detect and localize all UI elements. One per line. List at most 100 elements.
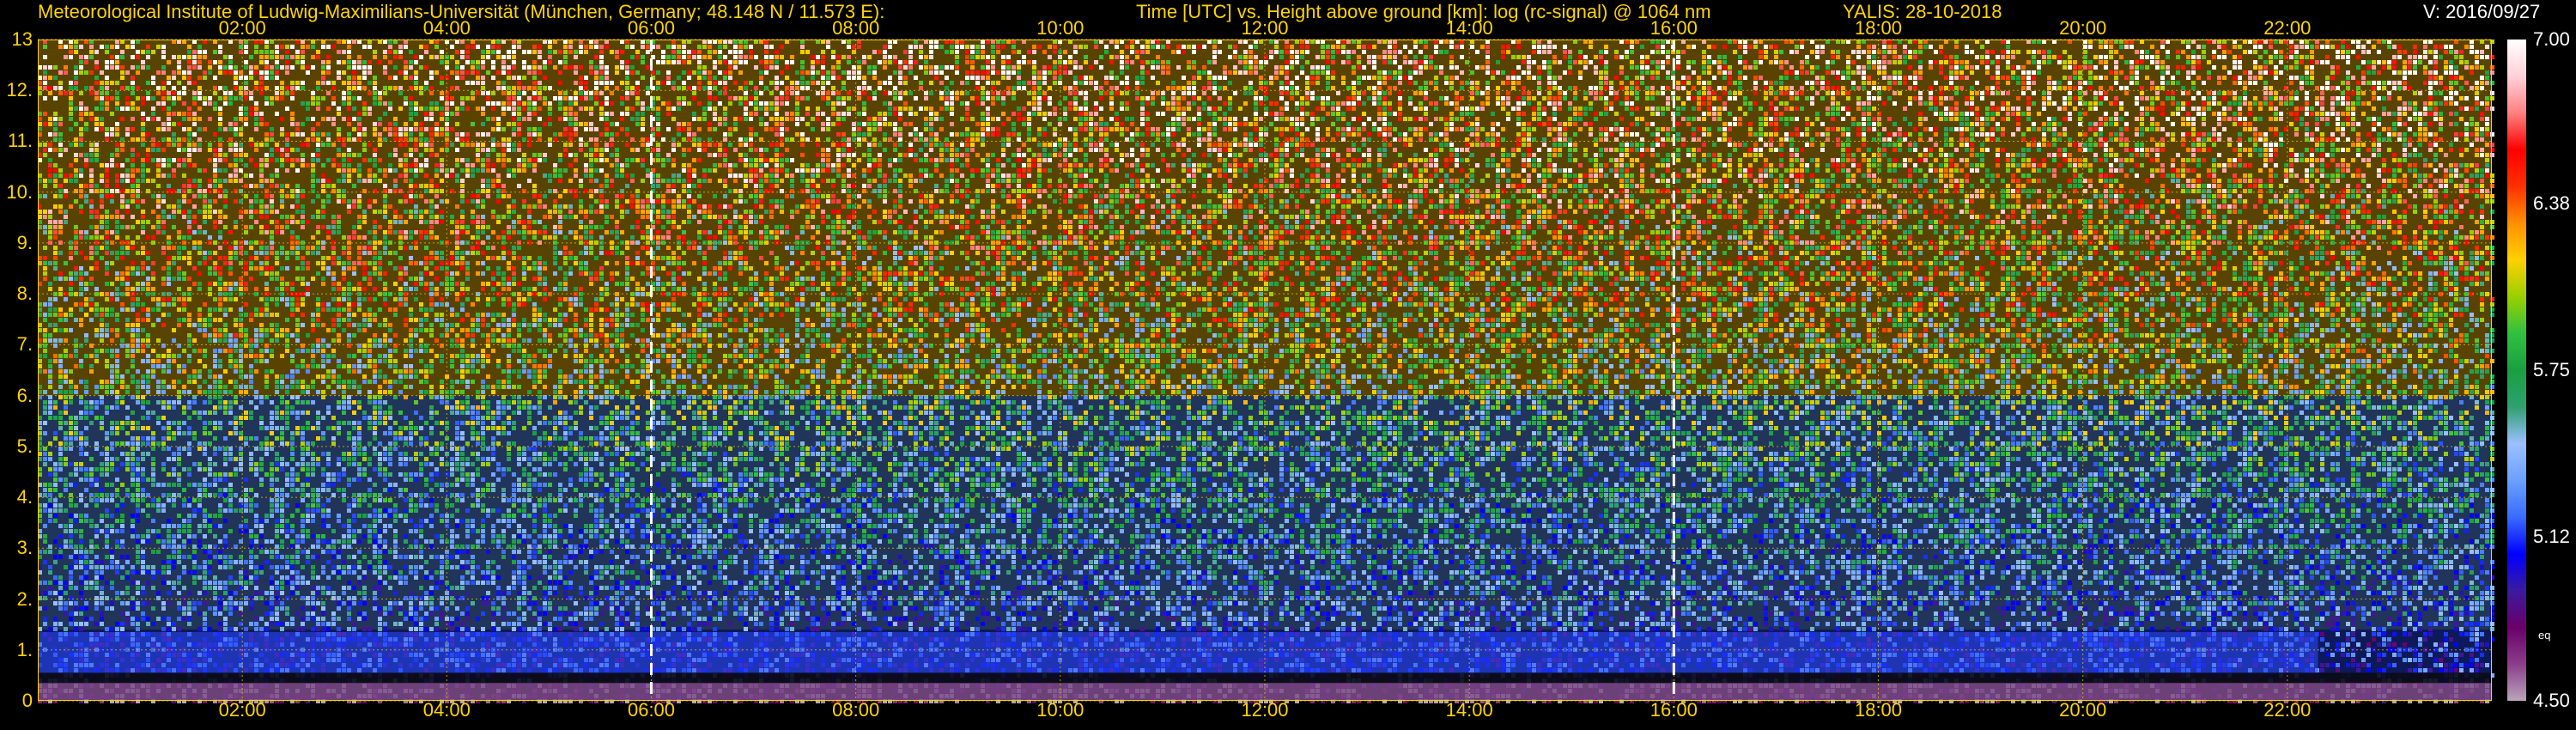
heatmap-cell: [1300, 45, 1304, 49]
heatmap-cell: [2233, 55, 2237, 59]
heatmap-cell: [1408, 50, 1413, 54]
heatmap-cell: [857, 45, 861, 49]
heatmap-cell: [1707, 55, 1711, 59]
heatmap-cell: [1558, 60, 1562, 64]
heatmap-cell: [924, 60, 928, 64]
heatmap-cell: [2330, 45, 2335, 49]
heatmap-cell: [465, 45, 470, 49]
heatmap-cell: [409, 60, 413, 64]
heatmap-cell: [404, 60, 408, 64]
heatmap-cell: [1243, 50, 1248, 54]
heatmap-cell: [1882, 50, 1886, 54]
heatmap-cell: [1424, 60, 1428, 64]
heatmap-cell: [1346, 55, 1351, 59]
heatmap-cell: [177, 60, 181, 64]
heatmap-cell: [780, 45, 784, 49]
heatmap-cell: [517, 45, 521, 49]
heatmap-cell: [1656, 60, 1660, 64]
heatmap-cell: [1249, 55, 1253, 59]
heatmap-cell: [697, 60, 702, 64]
heatmap-cell: [888, 45, 892, 49]
heatmap-cell: [1985, 55, 1990, 59]
heatmap-cell: [69, 55, 73, 59]
heatmap-cell: [1001, 45, 1005, 49]
heatmap-cell: [800, 60, 805, 64]
heatmap-cell: [1151, 45, 1155, 49]
heatmap-cell: [1254, 45, 1258, 49]
heatmap-cell: [1702, 60, 1706, 64]
heatmap-cell: [744, 60, 748, 64]
heatmap-cell: [1321, 50, 1325, 54]
heatmap-cell: [687, 55, 691, 59]
heatmap-cell: [841, 55, 846, 59]
heatmap-cell: [388, 60, 392, 64]
heatmap-cell: [718, 55, 722, 59]
heatmap-cell: [1125, 60, 1129, 64]
heatmap-cell: [2068, 55, 2072, 59]
heatmap-cell: [924, 55, 928, 59]
heatmap-cell: [666, 45, 671, 49]
heatmap-cell: [2439, 55, 2443, 59]
heatmap-cell: [1764, 55, 1768, 59]
heatmap-cell: [1305, 60, 1309, 64]
heatmap-cell: [100, 45, 104, 49]
heatmap-cell: [1388, 60, 1392, 64]
heatmap-cell: [666, 60, 671, 64]
heatmap-cell: [2325, 55, 2330, 59]
heatmap-cell: [1810, 50, 1814, 54]
heatmap-cell: [630, 45, 635, 49]
heatmap-cell: [2052, 55, 2057, 59]
heatmap-cell: [749, 45, 753, 49]
heatmap-cell: [2104, 60, 2108, 64]
heatmap-cell: [1640, 45, 1644, 49]
heatmap-cell: [1192, 60, 1196, 64]
heatmap-cell: [1625, 55, 1629, 59]
heatmap-cell: [1599, 55, 1603, 59]
heatmap-cell: [883, 50, 887, 54]
heatmap-cell: [1908, 50, 1912, 54]
heatmap-cell: [1990, 50, 1995, 54]
heatmap-cell: [2289, 50, 2293, 54]
heatmap-cell: [1764, 45, 1768, 49]
heatmap-cell: [548, 55, 552, 59]
heatmap-cell: [1939, 45, 1943, 49]
heatmap-cell: [69, 45, 73, 49]
heatmap-cell: [558, 60, 562, 64]
heatmap-cell: [1929, 45, 1933, 49]
heatmap-cell: [1599, 50, 1603, 54]
heatmap-cell: [1918, 60, 1923, 64]
heatmap-cell: [1604, 45, 1608, 49]
heatmap-cell: [1135, 50, 1139, 54]
heatmap-cell: [69, 50, 73, 54]
heatmap-cell: [2155, 60, 2160, 64]
heatmap-cell: [1455, 45, 1459, 49]
heatmap-cell: [2063, 50, 2067, 54]
heatmap-cell: [1774, 45, 1778, 49]
heatmap-cell: [914, 60, 918, 64]
heatmap-cell: [1666, 50, 1670, 54]
heatmap-cell: [1413, 45, 1418, 49]
heatmap-cell: [2233, 45, 2237, 49]
heatmap-cell: [2099, 45, 2103, 49]
heatmap-cell: [471, 45, 475, 49]
heatmap-cell: [1130, 45, 1134, 49]
heatmap-cell: [605, 45, 609, 49]
heatmap-cell: [2124, 60, 2129, 64]
heatmap-cell: [816, 55, 820, 59]
heatmap-cell: [718, 50, 722, 54]
heatmap-cell: [2439, 45, 2443, 49]
heatmap-cell: [275, 50, 279, 54]
heatmap-cell: [254, 45, 258, 49]
heatmap-cell: [2300, 45, 2304, 49]
heatmap-cell: [811, 55, 815, 59]
heatmap-cell: [1872, 55, 1876, 59]
heatmap-cell: [2186, 55, 2190, 59]
heatmap-cell: [2392, 45, 2397, 49]
heatmap-cell: [1856, 55, 1861, 59]
heatmap-cell: [862, 60, 866, 64]
heatmap-cell: [2258, 45, 2263, 49]
heatmap-cell: [754, 55, 758, 59]
heatmap-cell: [1707, 60, 1711, 64]
heatmap-cell: [800, 45, 805, 49]
heatmap-cell: [1826, 60, 1830, 64]
